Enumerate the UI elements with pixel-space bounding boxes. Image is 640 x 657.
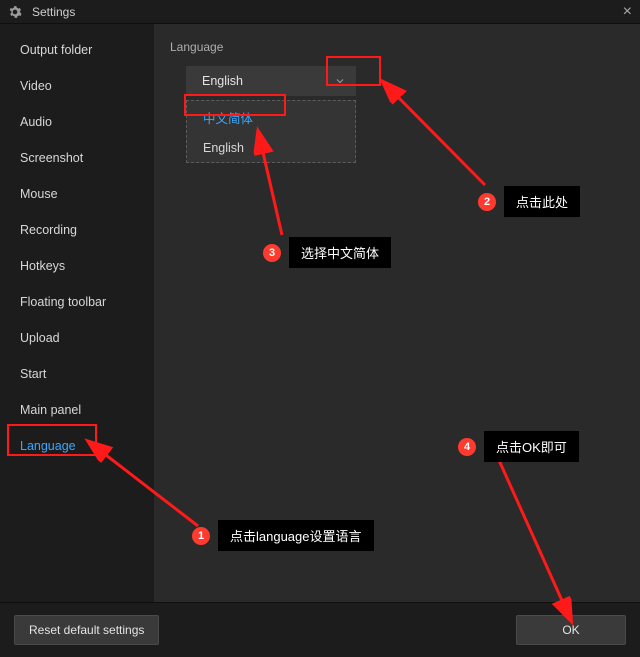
option-label: 中文简体 (203, 112, 253, 126)
language-dropdown: 中文简体 English (186, 100, 356, 163)
language-option-english[interactable]: English (187, 134, 355, 162)
language-select-head[interactable]: English (186, 66, 356, 96)
language-select-value: English (202, 74, 243, 88)
close-icon[interactable]: × (623, 4, 632, 20)
sidebar-item-label: Screenshot (20, 151, 83, 165)
sidebar-item-label: Mouse (20, 187, 58, 201)
sidebar-item-label: Output folder (20, 43, 92, 57)
ok-button[interactable]: OK (516, 615, 626, 645)
sidebar-item-start[interactable]: Start (0, 356, 154, 392)
sidebar-item-label: Audio (20, 115, 52, 129)
sidebar-item-label: Language (20, 439, 76, 453)
sidebar-item-main-panel[interactable]: Main panel (0, 392, 154, 428)
content-pane: Language English 中文简体 English (154, 24, 640, 602)
sidebar-item-label: Recording (20, 223, 77, 237)
sidebar-item-hotkeys[interactable]: Hotkeys (0, 248, 154, 284)
sidebar-item-label: Start (20, 367, 46, 381)
sidebar-item-label: Floating toolbar (20, 295, 106, 309)
sidebar-item-label: Upload (20, 331, 60, 345)
sidebar-item-upload[interactable]: Upload (0, 320, 154, 356)
sidebar-item-label: Main panel (20, 403, 81, 417)
sidebar-item-recording[interactable]: Recording (0, 212, 154, 248)
language-option-chinese[interactable]: 中文简体 (187, 101, 355, 134)
sidebar-item-audio[interactable]: Audio (0, 104, 154, 140)
sidebar-item-floating-toolbar[interactable]: Floating toolbar (0, 284, 154, 320)
language-select: English 中文简体 English (186, 66, 356, 163)
gear-icon (8, 5, 22, 19)
chevron-down-icon (334, 75, 346, 87)
reset-defaults-button[interactable]: Reset default settings (14, 615, 159, 645)
option-label: English (203, 141, 244, 155)
sidebar-item-video[interactable]: Video (0, 68, 154, 104)
window-title: Settings (32, 5, 75, 19)
sidebar-item-label: Video (20, 79, 52, 93)
sidebar-item-language[interactable]: Language (0, 428, 154, 464)
sidebar-item-output-folder[interactable]: Output folder (0, 32, 154, 68)
sidebar-item-mouse[interactable]: Mouse (0, 176, 154, 212)
main-area: Output folder Video Audio Screenshot Mou… (0, 24, 640, 602)
sidebar: Output folder Video Audio Screenshot Mou… (0, 24, 154, 602)
footer: Reset default settings OK (0, 602, 640, 657)
sidebar-item-screenshot[interactable]: Screenshot (0, 140, 154, 176)
sidebar-item-label: Hotkeys (20, 259, 65, 273)
titlebar: Settings × (0, 0, 640, 24)
section-title: Language (170, 40, 624, 54)
